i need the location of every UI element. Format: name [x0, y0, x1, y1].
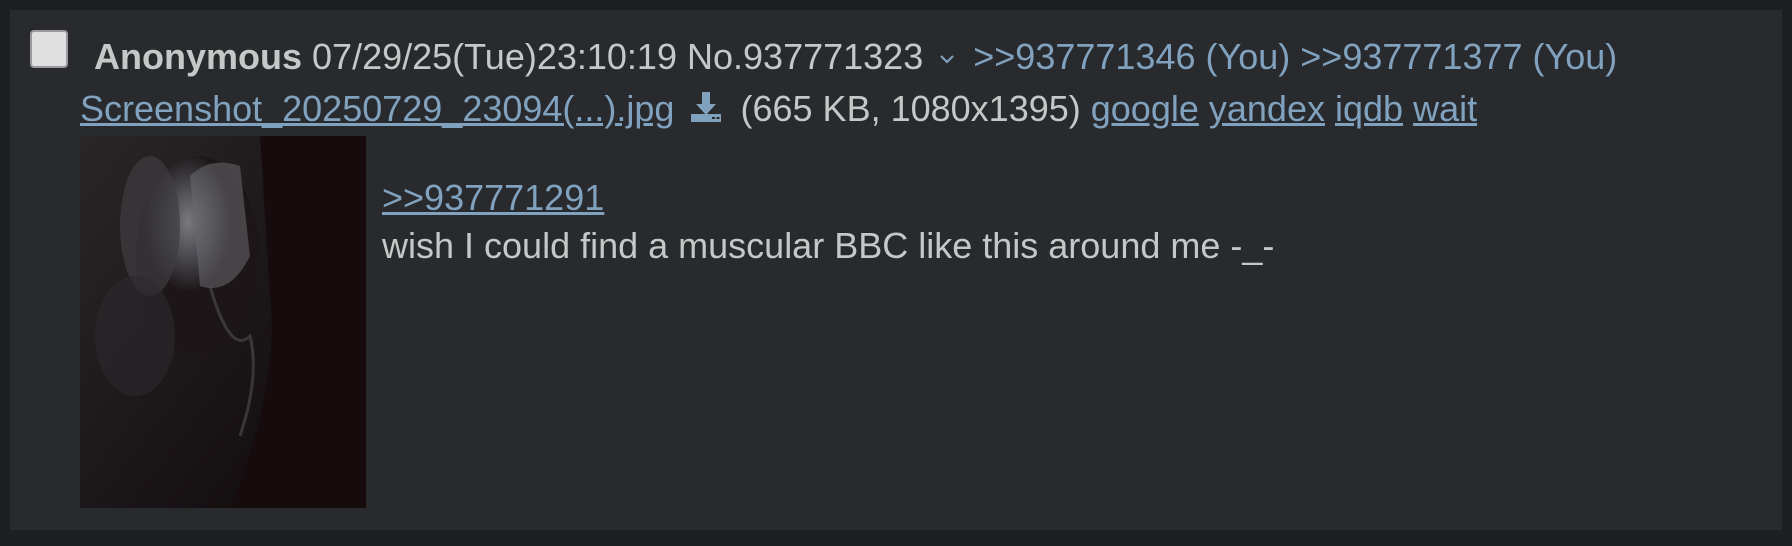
poster-name: Anonymous — [94, 36, 303, 77]
backlink-2-you: (You) — [1532, 36, 1618, 77]
quote-link[interactable]: >>937771291 — [382, 174, 1274, 222]
search-wait-link[interactable]: wait — [1413, 88, 1477, 129]
backlink-2[interactable]: >>937771377 — [1300, 36, 1522, 77]
file-size-dimensions: (665 KB, 1080x1395) — [740, 88, 1081, 129]
search-google-link[interactable]: google — [1091, 88, 1199, 129]
post-header: Anonymous 07/29/25(Tue)23:10:19 No.93777… — [94, 34, 1617, 80]
thumbnail-image — [80, 136, 366, 508]
post-datetime: 07/29/25(Tue)23:10:19 — [312, 36, 677, 77]
backlink-1-you: (You) — [1205, 36, 1291, 77]
image-thumbnail[interactable] — [80, 136, 366, 508]
file-name-link[interactable]: Screenshot_20250729_23094(...).jpg — [80, 88, 674, 129]
post-select-checkbox[interactable] — [30, 30, 68, 68]
chevron-down-icon[interactable] — [935, 47, 959, 71]
search-iqdb-link[interactable]: iqdb — [1335, 88, 1403, 129]
reply-post: Anonymous 07/29/25(Tue)23:10:19 No.93777… — [10, 10, 1782, 530]
comment-text: wish I could find a muscular BBC like th… — [382, 225, 1275, 266]
backlink-1[interactable]: >>937771346 — [973, 36, 1195, 77]
file-info-line: Screenshot_20250729_23094(...).jpg (665 … — [80, 86, 1477, 132]
post-number[interactable]: No.937771323 — [687, 36, 923, 77]
post-comment: >>937771291 wish I could find a muscular… — [382, 174, 1274, 270]
search-yandex-link[interactable]: yandex — [1209, 88, 1325, 129]
download-icon[interactable] — [688, 89, 724, 125]
